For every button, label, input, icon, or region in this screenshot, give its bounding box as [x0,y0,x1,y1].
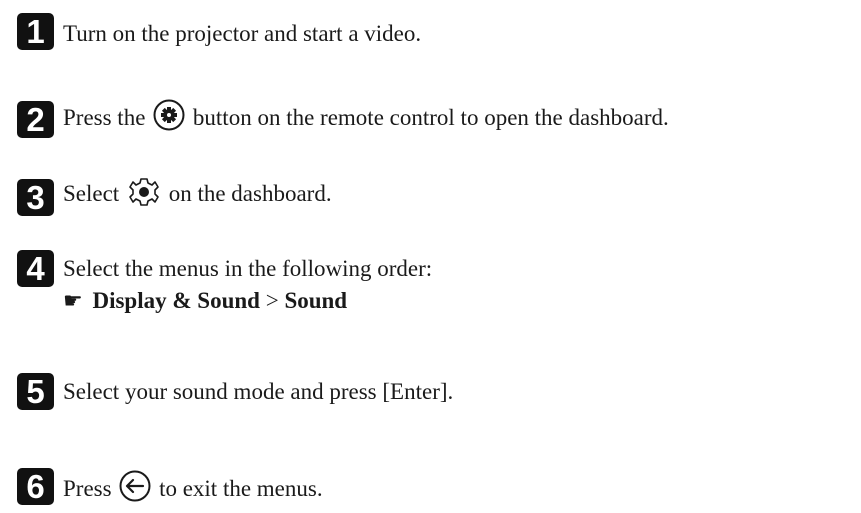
step-3-text-after: on the dashboard. [168,181,332,206]
step-3-text-before: Select [63,181,120,206]
step-6-line: Press to exit the menus. [63,470,323,509]
menu-path-separator: > [265,288,279,313]
step-number-1: 1 [17,13,54,50]
menu-path: ☛ Display & Sound > Sound [63,287,347,316]
step-number-2: 2 [17,101,54,138]
back-arrow-button-icon [119,470,151,509]
step-1-text: Turn on the projector and start a video. [63,21,422,46]
step-6-text-before: Press [63,476,112,501]
step-5-text: Select your sound mode and press [Enter]… [63,379,454,404]
menu-path-display-sound: Display & Sound [92,288,260,313]
step-3-line: Select on the dashboard. [63,177,332,214]
step-number-6: 6 [17,468,54,505]
step-2-text-before: Press the [63,105,146,130]
step-2-line: Press the button on the remote control t… [63,99,669,138]
menu-path-sound: Sound [284,288,348,313]
pointing-hand-icon: ☛ [63,289,83,314]
settings-gear-icon [127,177,161,214]
step-number-5: 5 [17,373,54,410]
settings-gear-button-icon [153,99,185,138]
step-number-3: 3 [17,179,54,216]
step-4-text: Select the menus in the following order: [63,256,433,281]
step-6-text-after: to exit the menus. [159,476,323,501]
step-number-4: 4 [17,250,54,287]
step-2-text-after: button on the remote control to open the… [192,105,669,130]
